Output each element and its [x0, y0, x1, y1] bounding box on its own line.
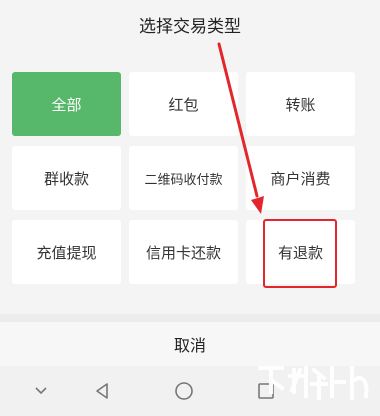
section-divider: [0, 314, 380, 322]
back-triangle-icon[interactable]: [89, 378, 115, 404]
chevron-down-icon[interactable]: [28, 378, 54, 404]
watermark-logo: [258, 366, 369, 400]
home-circle-icon[interactable]: [171, 378, 197, 404]
transaction-type-sheet: 选择交易类型 全部 红包 转账 群收款 二维码收付款 商户消费 充值提现 信用卡…: [0, 0, 380, 416]
cancel-button[interactable]: 取消: [0, 322, 380, 366]
